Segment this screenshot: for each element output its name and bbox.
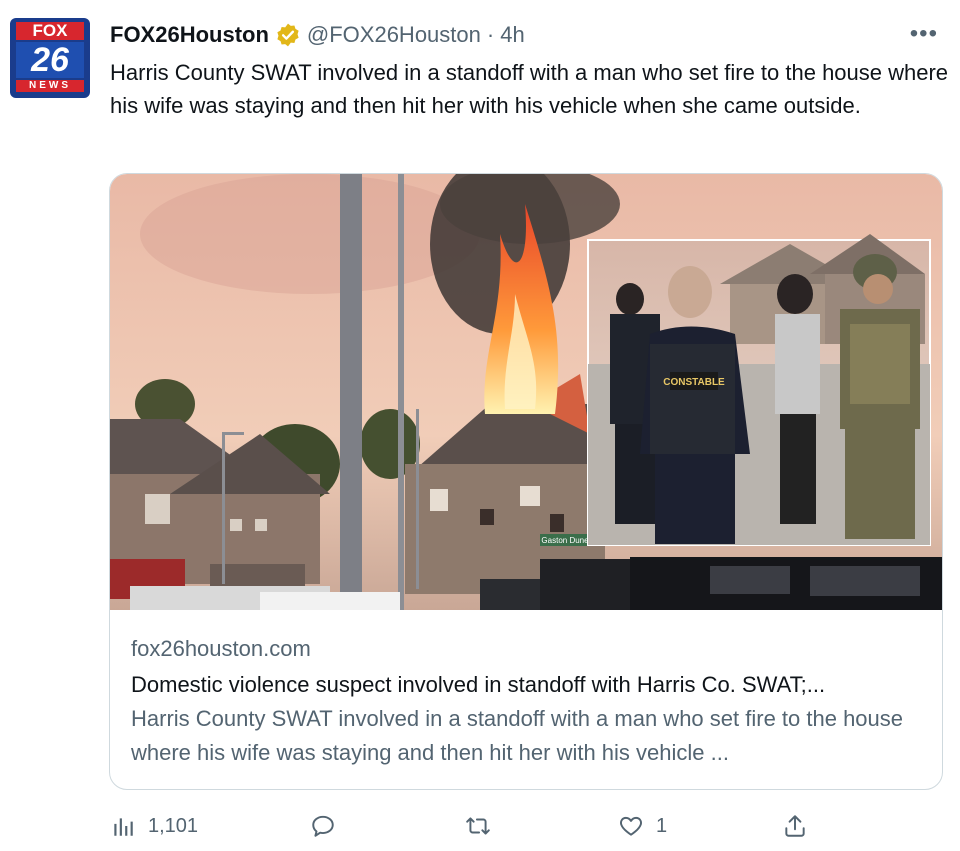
more-options-icon[interactable]: •••	[910, 20, 938, 48]
card-description: Harris County SWAT involved in a standof…	[131, 706, 904, 765]
like-count: 1	[656, 814, 668, 837]
views-icon	[114, 818, 133, 836]
constable-vest-text: CONSTABLE	[663, 377, 725, 388]
views-count: 1,101	[148, 814, 199, 837]
link-card[interactable]: Gaston Dune CONSTABLE fox26houston.com D…	[109, 173, 943, 790]
card-image[interactable]: Gaston Dune CONSTABLE	[110, 174, 942, 610]
avatar-fox-text: FOX	[16, 22, 84, 40]
avatar-number-text: 26	[16, 42, 84, 78]
separator-dot: ·	[486, 22, 495, 47]
card-meta[interactable]: fox26houston.com Domestic violence suspe…	[131, 634, 921, 770]
action-bar: 1,101 1	[110, 808, 830, 844]
tweet-timestamp[interactable]: 4h	[500, 22, 524, 48]
share-icon	[785, 815, 805, 837]
like-button[interactable]: 1	[618, 808, 667, 844]
display-name[interactable]: FOX26Houston	[110, 22, 269, 48]
views-button[interactable]: 1,101	[110, 808, 198, 844]
retweet-icon	[466, 817, 490, 835]
heart-icon	[620, 816, 642, 836]
avatar-news-text: NEWS	[16, 80, 84, 92]
retweet-button[interactable]	[465, 808, 491, 844]
reply-button[interactable]	[310, 808, 336, 844]
card-domain: fox26houston.com	[131, 636, 311, 661]
account-handle[interactable]: @FOX26Houston	[307, 22, 481, 48]
street-sign-text: Gaston Dune	[541, 536, 589, 545]
share-button[interactable]	[782, 808, 808, 844]
account-avatar[interactable]: FOX 26 NEWS	[10, 18, 90, 98]
reply-icon	[312, 815, 334, 837]
card-title: Domestic violence suspect involved in st…	[131, 672, 826, 697]
tweet-text: Harris County SWAT involved in a standof…	[110, 60, 949, 118]
verified-badge-icon[interactable]	[275, 22, 301, 48]
tweet-header: FOX26Houston @FOX26Houston · 4h	[110, 20, 525, 50]
